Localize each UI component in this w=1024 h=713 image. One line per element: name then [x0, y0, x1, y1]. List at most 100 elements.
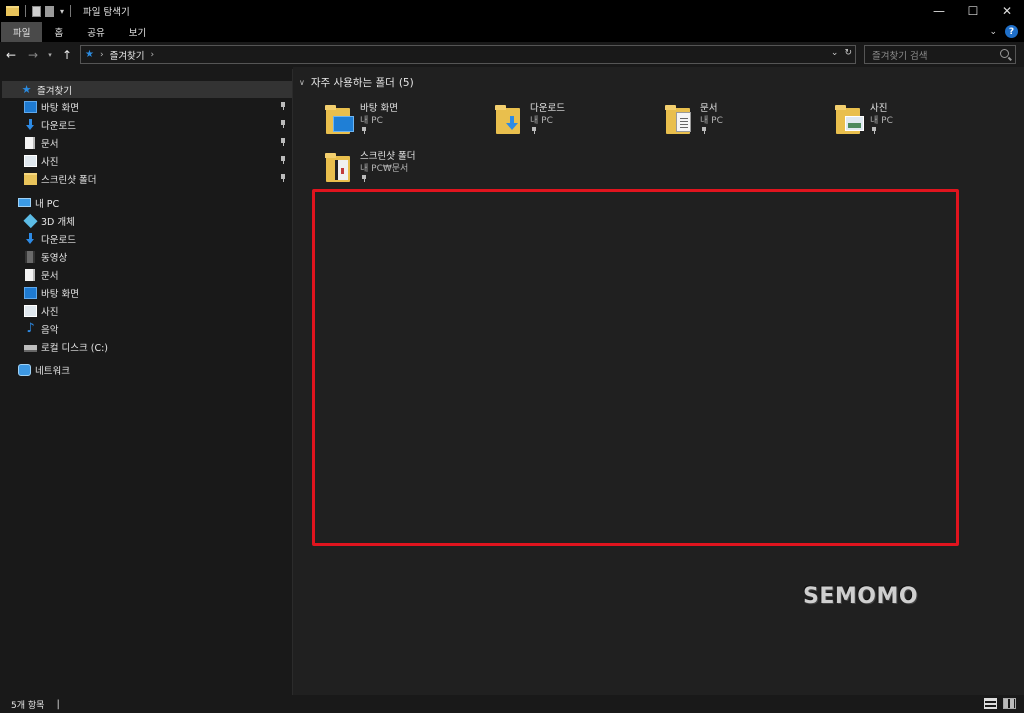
breadcrumb[interactable]: 즐겨찾기	[110, 48, 145, 62]
sidebar-item-label: 음악	[41, 324, 59, 336]
sidebar-item-quick-access[interactable]: ★ 즐겨찾기	[2, 81, 292, 98]
folder-icon	[24, 172, 37, 185]
status-bar: 5개 항목 |	[0, 695, 1024, 713]
folder-name: 사진	[870, 103, 888, 114]
section-title: 자주 사용하는 폴더	[310, 77, 395, 89]
video-icon	[25, 250, 35, 263]
sidebar-item-pictures[interactable]: 사진	[2, 152, 292, 169]
sidebar-item-label: 동영상	[41, 252, 68, 264]
ribbon-tabs: 파일 홈 공유 보기 ⌄ ?	[0, 22, 1024, 42]
folder-name: 다운로드	[530, 103, 565, 114]
desktop-icon	[24, 100, 37, 113]
sidebar-item-downloads[interactable]: 다운로드	[2, 116, 292, 133]
customize-toolbar-chevron-icon[interactable]: ▾	[60, 7, 64, 16]
properties-icon[interactable]	[32, 5, 41, 17]
back-arrow-icon[interactable]: ←	[0, 48, 22, 62]
picture-icon	[24, 154, 37, 167]
window-title: 파일 탐색기	[83, 7, 130, 18]
forward-arrow-icon[interactable]: →	[22, 48, 44, 62]
computer-icon	[18, 198, 31, 207]
folder-tile-pictures[interactable]: 사진 내 PC	[835, 100, 996, 144]
sidebar-item-label: 사진	[41, 156, 59, 168]
document-folder-icon	[665, 102, 694, 134]
pin-icon	[361, 175, 367, 183]
item-count: 5개 항목	[11, 700, 45, 711]
3d-objects-icon	[23, 213, 38, 228]
sidebar-item-this-pc[interactable]: 내 PC	[2, 194, 292, 211]
music-icon: ♪	[26, 320, 35, 336]
sidebar-item-documents[interactable]: 문서	[2, 134, 292, 151]
pin-icon[interactable]	[280, 174, 286, 182]
sidebar-item-pc-downloads[interactable]: 다운로드	[2, 230, 292, 247]
refresh-icon[interactable]: ↻	[844, 48, 852, 58]
folder-tile-downloads[interactable]: 다운로드 내 PC	[495, 100, 656, 144]
search-input[interactable]: 즐겨찾기 검색	[864, 45, 1016, 64]
address-bar[interactable]: ★ › 즐겨찾기 › ⌄ ↻	[80, 45, 856, 64]
sidebar-item-label: 문서	[41, 270, 59, 282]
folder-tile-desktop[interactable]: 바탕 화면 내 PC	[325, 100, 486, 144]
document-icon	[25, 268, 35, 281]
new-folder-icon[interactable]	[45, 5, 54, 17]
address-history-chevron-icon[interactable]: ⌄	[831, 48, 839, 58]
sidebar-item-local-disk[interactable]: 로컬 디스크 (C:)	[2, 338, 292, 355]
download-icon	[24, 232, 37, 245]
quick-access-toolbar: ▾	[0, 5, 73, 17]
sidebar-item-music[interactable]: ♪ 음악	[2, 320, 292, 337]
download-icon	[24, 118, 37, 131]
breadcrumb-chevron-icon[interactable]: ›	[100, 50, 104, 60]
pin-icon[interactable]	[280, 138, 286, 146]
folder-tile-documents[interactable]: 문서 내 PC	[665, 100, 826, 144]
pin-icon[interactable]	[280, 156, 286, 164]
tab-home[interactable]: 홈	[42, 22, 75, 42]
folder-app-icon[interactable]	[6, 6, 19, 16]
up-arrow-icon[interactable]: ↑	[56, 48, 78, 62]
sidebar-item-pc-desktop[interactable]: 바탕 화면	[2, 284, 292, 301]
maximize-button[interactable]: ☐	[956, 0, 990, 22]
sidebar-item-label: 다운로드	[41, 234, 76, 246]
section-count: (5)	[398, 76, 414, 89]
sidebar-item-screenshot-folder[interactable]: 스크린샷 폴더	[2, 170, 292, 187]
large-icons-view-icon[interactable]	[1003, 698, 1016, 709]
toolbar-divider	[25, 5, 26, 17]
toolbar-divider	[70, 5, 72, 17]
pin-icon	[531, 127, 537, 135]
maximize-icon: ☐	[967, 4, 979, 18]
breadcrumb-chevron-icon[interactable]: ›	[151, 50, 155, 60]
minimize-icon: —	[933, 4, 945, 18]
pin-icon[interactable]	[280, 102, 286, 110]
minimize-button[interactable]: —	[922, 0, 956, 22]
folder-name: 스크린샷 폴더	[360, 151, 416, 162]
sidebar-item-network[interactable]: 네트워크	[2, 361, 292, 378]
folder-tile-screenshots[interactable]: 스크린샷 폴더 내 PC₩문서	[325, 148, 486, 192]
disk-icon	[24, 345, 37, 352]
sidebar-item-pc-documents[interactable]: 문서	[2, 266, 292, 283]
collapse-chevron-icon[interactable]: ∨	[299, 78, 305, 87]
details-view-icon[interactable]	[984, 698, 997, 709]
download-folder-icon	[495, 102, 524, 134]
close-button[interactable]: ✕	[990, 0, 1024, 22]
sidebar-item-desktop[interactable]: 바탕 화면	[2, 98, 292, 115]
sidebar-item-pc-pictures[interactable]: 사진	[2, 302, 292, 319]
help-icon[interactable]: ?	[1005, 25, 1018, 38]
desktop-icon	[24, 286, 37, 299]
sidebar-item-label: 스크린샷 폴더	[41, 174, 97, 186]
sidebar-item-label: 즐겨찾기	[37, 85, 72, 97]
tab-file[interactable]: 파일	[1, 22, 43, 42]
sidebar-item-label: 바탕 화면	[41, 288, 79, 300]
folder-location: 내 PC	[700, 116, 723, 126]
desktop-folder-icon	[325, 102, 354, 134]
tab-share[interactable]: 공유	[75, 22, 116, 42]
title-bar: ▾ 파일 탐색기 — ☐ ✕	[0, 0, 1024, 22]
sidebar-item-label: 사진	[41, 306, 59, 318]
search-placeholder: 즐겨찾기 검색	[872, 50, 928, 62]
frequent-folders-header[interactable]: ∨ 자주 사용하는 폴더 (5)	[299, 75, 414, 90]
network-icon	[18, 363, 31, 376]
pin-icon[interactable]	[280, 120, 286, 128]
sidebar-item-3d-objects[interactable]: 3D 개체	[2, 212, 292, 229]
tab-view[interactable]: 보기	[117, 22, 158, 42]
recent-locations-chevron-icon[interactable]: ▾	[44, 51, 56, 59]
sidebar-item-label: 로컬 디스크 (C:)	[41, 342, 108, 354]
pin-icon	[361, 127, 367, 135]
sidebar-item-videos[interactable]: 동영상	[2, 248, 292, 265]
expand-ribbon-chevron-icon[interactable]: ⌄	[989, 27, 997, 37]
